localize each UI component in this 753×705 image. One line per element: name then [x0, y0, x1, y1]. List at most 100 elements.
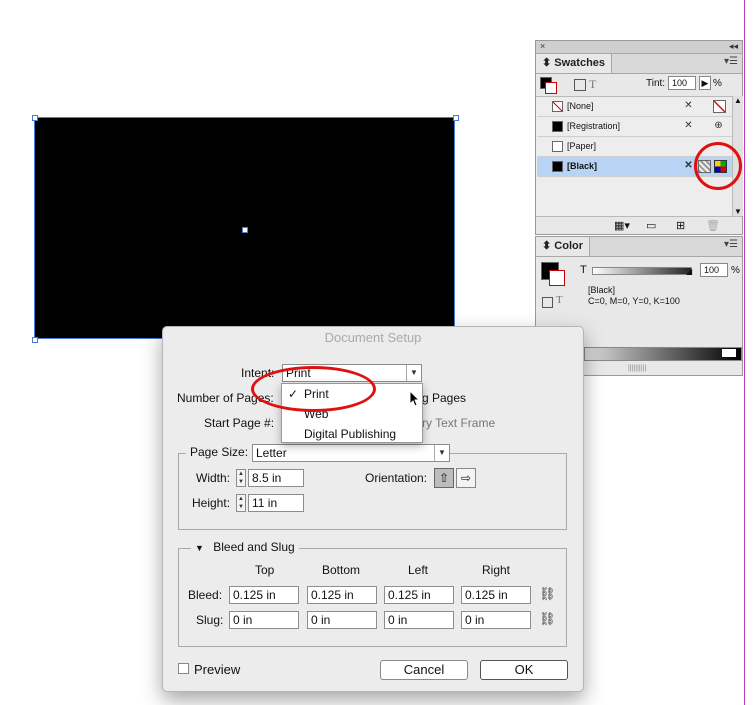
slug-label: Slug: — [196, 613, 224, 627]
text-format-icon[interactable]: T — [556, 294, 563, 306]
bleed-slug-label: Bleed and Slug — [213, 540, 295, 554]
bleed-right-field[interactable]: 0.125 in — [461, 586, 531, 604]
ok-button[interactable]: OK — [480, 660, 568, 680]
delete-icon[interactable]: 🗑 — [706, 219, 720, 232]
col-left-label: Left — [408, 563, 429, 577]
panel-titlebar[interactable]: × ◂◂ — [536, 41, 742, 54]
margin-guide — [744, 0, 745, 705]
close-icon[interactable]: × — [540, 41, 545, 52]
bleed-top-field[interactable]: 0.125 in — [229, 586, 299, 604]
tint-percent: % — [713, 78, 722, 89]
tab-swatches[interactable]: ⬍ Swatches — [536, 54, 613, 73]
preview-label: Preview — [194, 662, 241, 677]
text-format-icon[interactable]: T — [589, 77, 596, 92]
chevron-down-icon: ▼ — [434, 445, 449, 461]
swatch-chip — [552, 121, 563, 132]
non-editable-icon: ✕ — [684, 100, 693, 111]
grid-view-icon[interactable]: ▦▾ — [614, 219, 630, 232]
frame-handle-top-left[interactable] — [32, 115, 38, 121]
height-label: Height: — [192, 496, 231, 510]
registration-icon: ⊕ — [714, 120, 723, 131]
slug-bottom-field[interactable]: 0 in — [307, 611, 377, 629]
width-field[interactable]: 8.5 in — [248, 469, 304, 487]
swatches-panel: × ◂◂ ⬍ Swatches ▾☰ T Tint: 100 ▶ % [None… — [535, 40, 743, 235]
tint-label: Tint: — [646, 78, 666, 89]
orientation-label: Orientation: — [365, 471, 428, 485]
color-ramp[interactable] — [584, 347, 742, 361]
chain-link-icon[interactable]: ⛓ — [539, 586, 556, 602]
color-percent: % — [731, 265, 740, 276]
swatch-row-none[interactable]: [None] ✕ — [537, 97, 734, 117]
color-values: C=0, M=0, Y=0, K=100 — [588, 296, 680, 306]
frame-center-point[interactable] — [242, 227, 248, 233]
col-right-label: Right — [482, 563, 511, 577]
white-swatch[interactable] — [722, 349, 736, 357]
height-stepper[interactable]: ▲ ▼ — [236, 494, 246, 512]
scroll-down-icon[interactable]: ▼ — [734, 207, 742, 216]
swatch-chip — [552, 101, 563, 112]
new-swatch-icon[interactable]: ⊞ — [676, 219, 685, 232]
collapse-icon[interactable]: ◂◂ — [729, 41, 738, 52]
start-page-label: Start Page #: — [204, 416, 275, 430]
portrait-orientation-icon[interactable]: ⇧ — [434, 468, 454, 488]
slider-handle-icon[interactable]: ◢ — [686, 267, 692, 276]
slug-top-field[interactable]: 0 in — [229, 611, 299, 629]
tab-color[interactable]: ⬍ Color — [536, 237, 591, 256]
panel-menu-icon[interactable]: ▾☰ — [724, 239, 738, 250]
height-field[interactable]: 11 in — [248, 494, 304, 512]
intent-option-digital-publishing[interactable]: Digital Publishing — [282, 424, 422, 444]
landscape-orientation-icon[interactable]: ⇨ — [456, 468, 476, 488]
col-bottom-label: Bottom — [322, 563, 361, 577]
resize-grip-icon[interactable]: |||||||||| — [628, 365, 646, 372]
scroll-up-icon[interactable]: ▲ — [734, 96, 742, 105]
non-editable-icon: ✕ — [684, 120, 693, 131]
color-tab-label: Color — [554, 240, 584, 252]
option-label: Digital Publishing — [304, 427, 397, 441]
none-swatch-icon — [713, 100, 726, 113]
swatch-chip — [552, 141, 563, 152]
color-swatch-name: [Black] — [588, 285, 616, 295]
bleed-slug-legend[interactable]: ▼ Bleed and Slug — [191, 540, 299, 556]
annotation-circle-intent — [251, 366, 376, 412]
swatch-name: [None] — [567, 101, 594, 111]
width-label: Width: — [196, 471, 231, 485]
page-size-value: Letter — [256, 446, 287, 460]
mouse-cursor-icon — [409, 390, 421, 407]
tint-arrow-icon[interactable]: ▶ — [699, 76, 711, 90]
bleed-label: Bleed: — [188, 588, 223, 602]
swatch-toolbar: ▦▾ ▭ ⊞ 🗑 — [536, 216, 742, 235]
disclosure-triangle-icon[interactable]: ▼ — [195, 543, 204, 553]
preview-checkbox[interactable] — [178, 663, 189, 674]
chain-link-icon[interactable]: ⛓ — [539, 611, 556, 627]
swatch-name: [Black] — [567, 161, 598, 171]
page-size-group — [178, 453, 567, 530]
frame-handle-bottom-left[interactable] — [32, 337, 38, 343]
cancel-button[interactable]: Cancel — [380, 660, 468, 680]
swatch-name: [Paper] — [567, 141, 597, 151]
page-size-label: Page Size: — [190, 445, 249, 459]
chevron-down-icon: ▼ — [406, 365, 421, 381]
fill-stroke-icon[interactable] — [540, 77, 557, 94]
width-stepper[interactable]: ▲ ▼ — [236, 469, 246, 487]
col-top-label: Top — [255, 563, 275, 577]
tint-slider[interactable] — [592, 267, 692, 275]
frame-handle-top-right[interactable] — [453, 115, 459, 121]
swatch-row-registration[interactable]: [Registration] ✕ ⊕ — [537, 117, 734, 137]
container-format-icon[interactable] — [542, 297, 553, 308]
color-tint-input[interactable]: 100 — [700, 263, 728, 277]
new-group-icon[interactable]: ▭ — [646, 219, 656, 232]
bleed-bottom-field[interactable]: 0.125 in — [307, 586, 377, 604]
swatches-tab-label: Swatches — [554, 57, 606, 69]
swatch-chip — [552, 161, 563, 172]
bleed-left-field[interactable]: 0.125 in — [384, 586, 454, 604]
slug-right-field[interactable]: 0 in — [461, 611, 531, 629]
facing-pages-label: g Pages — [422, 391, 467, 405]
annotation-circle-swatch-icons — [694, 142, 742, 190]
panel-menu-icon[interactable]: ▾☰ — [724, 56, 738, 67]
container-format-icon[interactable] — [574, 79, 586, 91]
slug-left-field[interactable]: 0 in — [384, 611, 454, 629]
page-size-select[interactable]: Letter ▼ — [252, 444, 450, 462]
tint-input[interactable]: 100 — [668, 76, 696, 90]
tint-letter: T — [580, 264, 587, 276]
fill-stroke-icon[interactable] — [541, 262, 565, 286]
